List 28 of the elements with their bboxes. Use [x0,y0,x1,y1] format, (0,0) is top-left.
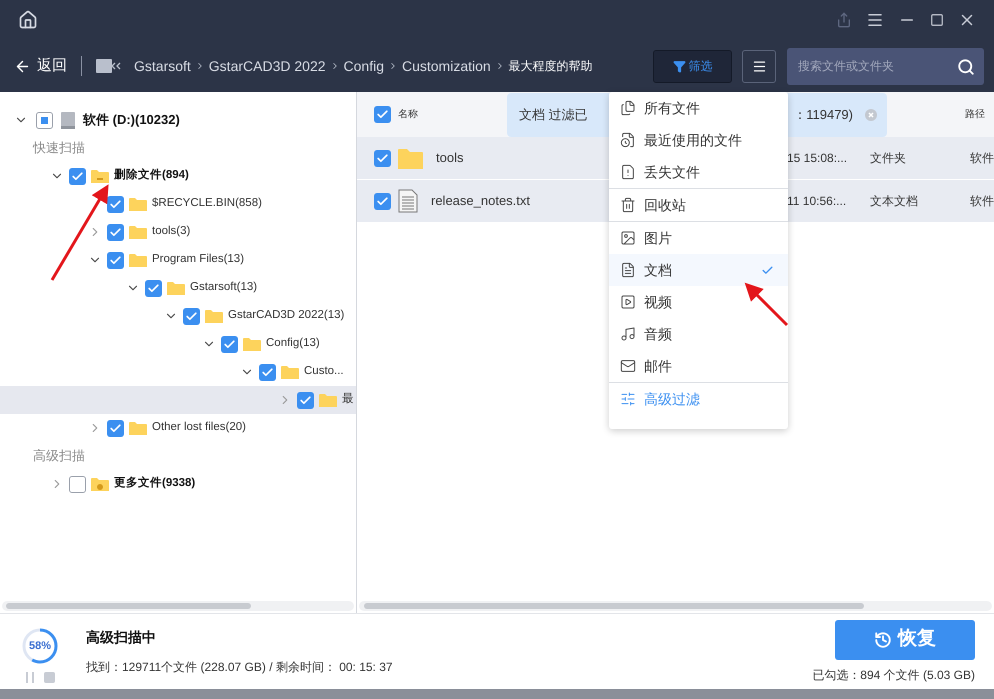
modified-date: 11 10:56:... [787,193,848,210]
drive-label: 软件 (D:)(10232) [83,111,180,130]
scan-status: 高级扫描中 [86,628,157,647]
tree-item-label: 更多文件(9338) [114,475,196,492]
file-type: 文件夹 [870,150,907,167]
tree-item-label: Other lost files(20) [152,420,246,436]
modified-date: 15 15:08:... [787,150,848,167]
file-type: 文本文档 [870,193,919,210]
scan-details: 找到：129711个文件 (228.07 GB) / 剩余时间： 00: 15: 37 [86,659,393,676]
file-name: tools [436,149,464,168]
tree-item-label: Config(13) [266,336,320,352]
section-label: 高级扫描 [33,447,85,466]
file-path: 软件 [970,150,994,167]
banner-text: 文档 过滤已 [519,106,588,124]
tree-item-label: GstarCAD3D 2022(13) [228,308,344,324]
tree-item-label: tools(3) [152,224,190,240]
file-name: release_notes.txt [431,192,530,210]
tree-item-label: Custo... [304,364,344,380]
banner-text: ：119479) [793,106,853,124]
section-label: 快速扫描 [33,139,85,158]
file-path: 软件 [970,193,994,210]
tree-item-label: $RECYCLE.BIN(858) [152,196,262,212]
tree-item-label: Gstarsoft(13) [190,280,258,296]
tree-item-label: 最 [342,392,354,408]
tree-item-label: 删除文件(894) [114,167,189,184]
tree-item-label: Program Files(13) [152,252,244,268]
progress-percent: 58% [28,640,52,652]
selected-info: 已勾选：894 个文件 (5.03 GB) [812,666,975,684]
